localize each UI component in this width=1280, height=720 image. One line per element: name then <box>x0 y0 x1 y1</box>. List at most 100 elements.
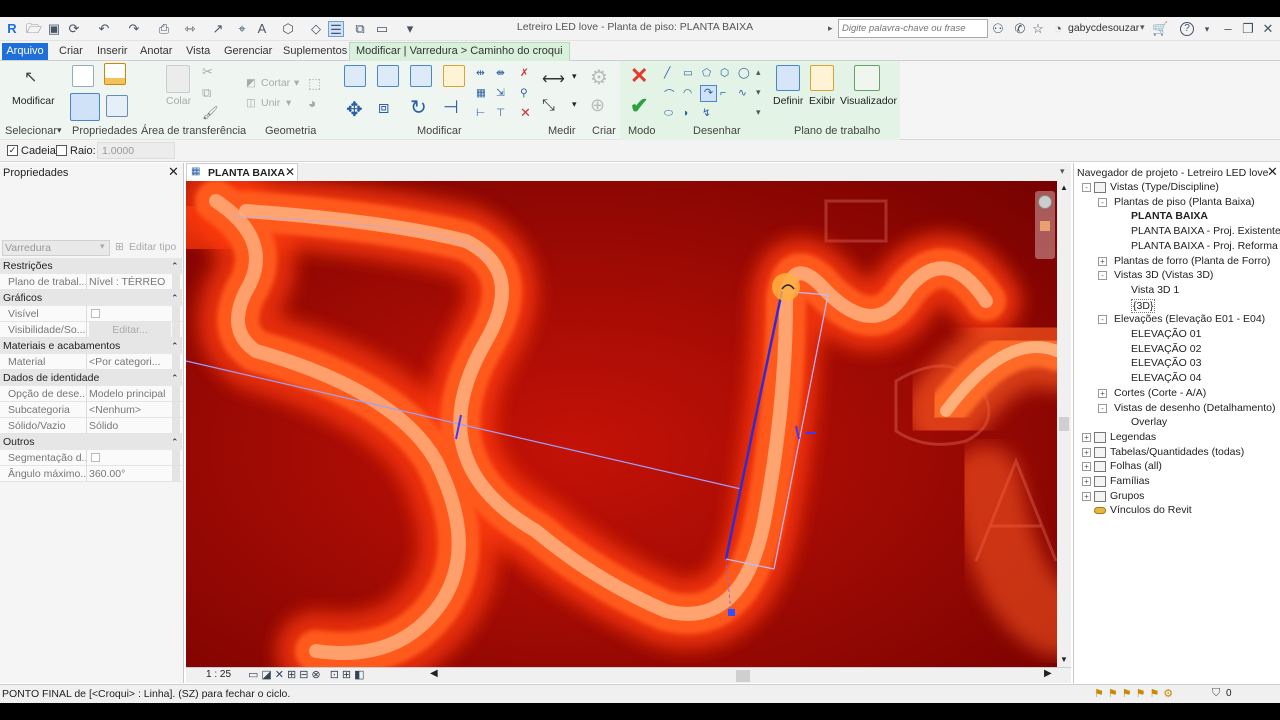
draw-start-end-arc-icon[interactable]: ⌒ <box>664 87 675 102</box>
property-row[interactable]: Segmentação d... <box>0 450 182 466</box>
property-row[interactable]: Sólido/Vazio Sólido <box>0 418 182 434</box>
draw-line-icon[interactable]: ╱ <box>664 67 670 79</box>
close-icon[interactable]: ✕ <box>1260 21 1276 37</box>
canvas-vertical-scrollbar[interactable]: ▲ ▼ <box>1057 181 1071 667</box>
text-icon[interactable]: A <box>254 21 270 37</box>
expand-toggle-icon[interactable]: + <box>1098 256 1107 266</box>
view-control-icons[interactable]: ▭◪✕⊞⊟⊗ ⊡⊞◧ <box>248 668 368 681</box>
property-row[interactable]: Opção de dese... Modelo principal <box>0 386 182 402</box>
property-section[interactable]: Restrições ⌃ <box>0 258 182 274</box>
measure-dropdown-icon[interactable]: ▾ <box>572 71 577 82</box>
tree-item[interactable]: Elevações (Elevação E01 - E04) <box>1114 313 1265 325</box>
tree-item[interactable]: Overlay <box>1131 416 1167 428</box>
property-value[interactable]: <Por categori... <box>89 354 171 370</box>
expand-toggle-icon[interactable]: + <box>1082 477 1091 486</box>
draw-scroll-down-icon[interactable]: ▾ <box>756 87 761 98</box>
modify-button[interactable]: Modificar <box>12 95 55 107</box>
set-workplane-icon[interactable] <box>776 65 800 91</box>
open-icon[interactable]: 🗁 <box>26 21 42 37</box>
family-category-icon[interactable] <box>106 95 128 117</box>
create-similar-icon[interactable]: ⊕ <box>590 95 605 116</box>
tab-anotar[interactable]: Anotar <box>138 43 174 60</box>
scroll-thumb[interactable] <box>1059 417 1069 431</box>
radius-input[interactable]: 1.0000 <box>97 142 175 159</box>
cut-icon[interactable]: ✂ <box>202 64 213 80</box>
tree-item[interactable]: Grupos <box>1110 490 1144 502</box>
dimension-icon[interactable]: ↗ <box>210 21 226 37</box>
type-selector-dropdown-icon[interactable]: ▾ <box>100 241 105 252</box>
property-value[interactable]: Nível : TÉRREO <box>89 274 171 290</box>
move-icon[interactable]: ✥ <box>346 97 363 122</box>
tree-item[interactable]: PLANTA BAIXA - Proj. Reforma <box>1131 240 1278 252</box>
section-icon[interactable]: ◇ <box>308 21 324 37</box>
tree-item[interactable]: Tabelas/Quantidades (todas) <box>1110 446 1244 458</box>
cut-geometry-button[interactable]: Cortar <box>261 77 290 89</box>
tree-item[interactable]: Vínculos do Revit <box>1110 504 1192 516</box>
chain-checkbox[interactable]: ✓ <box>7 145 18 156</box>
collapse-toggle-icon[interactable]: - <box>1082 183 1091 192</box>
view-tab-close-icon[interactable]: ✕ <box>285 165 295 179</box>
aligned-dimension-icon[interactable]: ⤡ <box>542 97 555 115</box>
view-scale[interactable]: 1 : 25 <box>206 669 231 680</box>
mirror-axis-icon[interactable] <box>410 65 432 87</box>
print-icon[interactable]: ⎙ <box>156 21 172 37</box>
help-dropdown-icon[interactable]: ▾ <box>1199 21 1215 37</box>
selection-filter-icons[interactable]: ⚑⚑⚑⚑⚑⚙ <box>1094 687 1177 700</box>
view-tabs-dropdown-icon[interactable]: ▾ <box>1060 166 1065 177</box>
type-properties-icon[interactable] <box>72 65 94 87</box>
show-workplane-button[interactable]: Exibir <box>809 95 835 107</box>
panel-selecionar[interactable]: Selecionar <box>5 125 57 137</box>
draw-circumscribed-polygon-icon[interactable]: ⬡ <box>720 67 729 79</box>
workplane-viewer-icon[interactable] <box>854 65 880 91</box>
join-dropdown-icon[interactable]: ▾ <box>286 97 291 109</box>
edit-type-button[interactable]: Editar tipo <box>129 241 176 253</box>
tab-arquivo[interactable]: Arquivo <box>2 43 48 60</box>
collapse-icon[interactable]: ⌃ <box>171 290 179 306</box>
tab-modificar-varredura[interactable]: Modificar | Varredura > Caminho do croqu… <box>349 42 570 61</box>
collapse-icon[interactable]: ⌃ <box>171 338 179 354</box>
collapse-icon[interactable]: ⌃ <box>171 258 179 274</box>
property-value[interactable]: <Nenhum> <box>89 402 171 418</box>
zoom-icon[interactable] <box>1040 221 1050 231</box>
cut-dropdown-icon[interactable]: ▾ <box>294 77 299 89</box>
tree-item[interactable]: Vistas de desenho (Detalhamento) <box>1114 402 1276 414</box>
property-row[interactable]: Visível <box>0 306 182 322</box>
steering-wheel-icon[interactable] <box>1038 195 1052 209</box>
pick-lines-icon[interactable]: ↯ <box>702 107 711 119</box>
pin-icon[interactable]: ⚲ <box>520 87 528 99</box>
tab-gerenciar[interactable]: Gerenciar <box>222 43 274 60</box>
expand-toggle-icon[interactable]: + <box>1082 491 1091 501</box>
draw-fillet-arc-icon[interactable]: ⌐ <box>720 87 726 99</box>
property-row[interactable]: Ângulo máximo... 360.00° <box>0 466 182 482</box>
tree-item[interactable]: ELEVAÇÃO 04 <box>1131 372 1201 384</box>
expand-toggle-icon[interactable]: + <box>1098 388 1107 398</box>
qat-dropdown-icon[interactable]: ▾ <box>402 21 418 37</box>
tree-item[interactable]: Vista 3D 1 <box>1131 284 1179 296</box>
tree-item[interactable]: Vistas 3D (Vistas 3D) <box>1114 269 1213 281</box>
tag-icon[interactable]: ⌖ <box>234 21 250 37</box>
favorites-star-icon[interactable]: ☆ <box>1030 21 1046 37</box>
modify-cursor-icon[interactable]: ↖ <box>24 67 37 87</box>
user-icon[interactable]: ◔ <box>1050 21 1066 37</box>
cancel-edit-icon[interactable]: ✕ <box>630 63 648 89</box>
join-geometry-button[interactable]: Unir <box>261 97 280 109</box>
property-section[interactable]: Dados de identidade ⌃ <box>0 370 182 386</box>
workplane-viewer-button[interactable]: Visualizador <box>840 95 897 107</box>
tree-item[interactable]: {3D} <box>1131 298 1156 313</box>
hscroll-thumb[interactable] <box>736 670 750 682</box>
tree-item[interactable]: ELEVAÇÃO 01 <box>1131 328 1201 340</box>
drawing-canvas[interactable] <box>186 181 1057 667</box>
collapse-toggle-icon[interactable]: - <box>1098 197 1107 207</box>
scale-icon[interactable]: ⇲ <box>496 87 505 99</box>
panel-selecionar-dropdown-icon[interactable]: ▾ <box>57 125 62 136</box>
dimension-dropdown-icon[interactable]: ▾ <box>572 99 577 110</box>
tab-inserir[interactable]: Inserir <box>95 43 130 60</box>
measure-icon[interactable]: ⇿ <box>182 21 198 37</box>
draw-tangent-arc-icon[interactable]: ↷ <box>700 85 717 102</box>
draw-partial-ellipse-icon[interactable]: ◗ <box>683 107 689 119</box>
user-dropdown-icon[interactable]: ▾ <box>1140 22 1145 33</box>
unpin-icon[interactable]: ✗ <box>520 67 529 79</box>
split-gap-icon[interactable]: ⇼ <box>496 67 505 79</box>
delete-icon[interactable]: ✕ <box>520 105 531 121</box>
edit-type-icon[interactable]: ⊞ <box>115 241 124 253</box>
